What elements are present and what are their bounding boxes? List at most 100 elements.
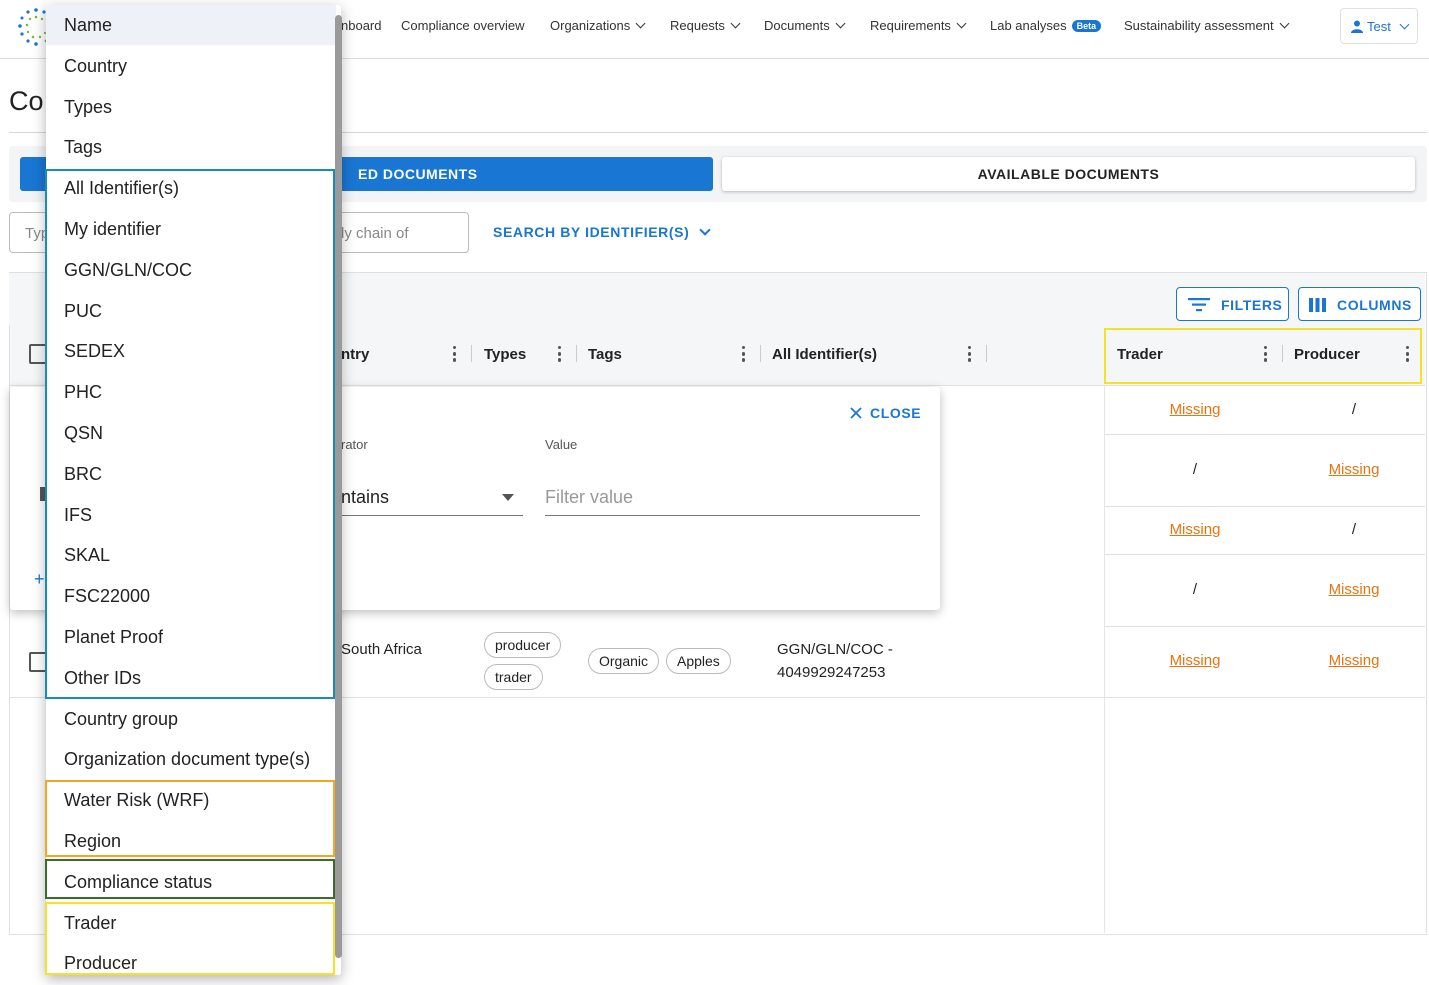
user-name: Test xyxy=(1367,19,1391,34)
nav-label: Organizations xyxy=(550,18,631,33)
menu-item-organization-document-type-s[interactable]: Organization document type(s) xyxy=(64,749,310,770)
table-cell-identifier: GGN/GLN/COC - xyxy=(777,641,893,658)
nav-dashboard[interactable]: nboard xyxy=(341,18,381,33)
table-cell-producer[interactable]: Missing xyxy=(1304,461,1404,478)
column-separator[interactable] xyxy=(576,345,577,362)
column-divider xyxy=(1104,385,1105,933)
columns-icon xyxy=(1309,298,1326,312)
row-divider xyxy=(1105,626,1425,627)
column-menu-icon[interactable] xyxy=(742,346,746,362)
column-menu-icon[interactable] xyxy=(558,346,562,362)
dropdown-arrow-icon[interactable] xyxy=(502,494,514,501)
missing-link[interactable]: Missing xyxy=(1329,581,1380,598)
type-chip: trader xyxy=(484,664,543,690)
table-cell-trader: / xyxy=(1192,461,1198,478)
nav-label: Compliance overview xyxy=(401,18,525,33)
missing-link[interactable]: Missing xyxy=(1170,521,1221,538)
water-region-highlight-box xyxy=(45,780,335,857)
table-cell-identifier: 4049929247253 xyxy=(777,664,886,681)
close-label: CLOSE xyxy=(870,405,922,421)
type-chip: producer xyxy=(484,632,562,658)
column-separator[interactable] xyxy=(471,345,472,362)
menu-item-country[interactable]: Country xyxy=(64,56,127,77)
column-separator[interactable] xyxy=(986,345,987,362)
nav-lab-analyses[interactable]: Lab analyses Beta xyxy=(990,18,1102,33)
column-menu-icon[interactable] xyxy=(968,346,972,362)
filters-button[interactable]: FILTERS xyxy=(1176,287,1289,321)
close-icon xyxy=(850,407,862,419)
menu-item-tags[interactable]: Tags xyxy=(64,137,102,158)
missing-link[interactable]: Missing xyxy=(1329,652,1380,669)
nav-requests[interactable]: Requests xyxy=(670,18,741,33)
column-header-types[interactable]: Types xyxy=(484,346,526,363)
value-underline xyxy=(545,515,920,516)
close-filter-button[interactable]: CLOSE xyxy=(850,405,921,421)
columns-button[interactable]: COLUMNS xyxy=(1298,287,1421,321)
nav-label: nboard xyxy=(341,18,382,33)
column-header-all-identifiers[interactable]: All Identifier(s) xyxy=(772,346,877,363)
column-separator[interactable] xyxy=(760,345,761,362)
tag-chip: Apples xyxy=(666,648,731,674)
chevron-down-icon xyxy=(835,18,846,29)
filter-value-input[interactable]: Filter value xyxy=(545,487,633,508)
table-cell-trader: / xyxy=(1192,581,1198,598)
identifiers-highlight-box xyxy=(45,169,335,699)
nav-label: Requirements xyxy=(870,18,951,33)
search-by-identifier-button[interactable]: SEARCH BY IDENTIFIER(S) xyxy=(493,224,712,240)
tag-chip: Organic xyxy=(588,648,660,674)
table-cell-producer[interactable]: Missing xyxy=(1304,652,1404,669)
chevron-down-icon xyxy=(730,18,741,29)
filter-icon xyxy=(1188,298,1210,312)
nav-label: Lab analyses xyxy=(990,18,1067,33)
operator-label: rator xyxy=(341,437,368,452)
chevron-down-icon xyxy=(1399,19,1410,30)
table-cell-producer: / xyxy=(1351,521,1357,538)
search-by-identifier-label: SEARCH BY IDENTIFIER(S) xyxy=(493,224,690,240)
value-label: Value xyxy=(545,437,578,452)
table-cell-country: South Africa xyxy=(341,641,422,658)
row-divider xyxy=(1105,554,1425,555)
beta-badge: Beta xyxy=(1071,20,1102,32)
nav-organizations[interactable]: Organizations xyxy=(550,18,646,33)
missing-link[interactable]: Missing xyxy=(1329,461,1380,478)
trader-producer-highlight-box xyxy=(45,902,335,975)
menu-item-types[interactable]: Types xyxy=(64,97,112,118)
table-cell-producer[interactable]: Missing xyxy=(1304,581,1404,598)
column-header-country[interactable]: ntry xyxy=(341,346,369,363)
chevron-down-icon xyxy=(1279,18,1290,29)
nav-requirements[interactable]: Requirements xyxy=(870,18,967,33)
missing-link[interactable]: Missing xyxy=(1170,652,1221,669)
operator-select[interactable]: ntains xyxy=(341,487,389,508)
menu-item-name[interactable]: Name xyxy=(64,15,112,36)
user-icon xyxy=(1351,20,1363,33)
tab-label: ED DOCUMENTS xyxy=(358,166,478,182)
user-menu-button[interactable]: Test xyxy=(1340,8,1418,44)
column-header-tags[interactable]: Tags xyxy=(588,346,622,363)
table-cell-producer: / xyxy=(1351,401,1357,418)
trader-producer-header-highlight xyxy=(1104,328,1422,384)
compliance-highlight-box xyxy=(45,859,335,899)
nav-compliance-overview[interactable]: Compliance overview xyxy=(401,18,525,33)
table-cell-trader[interactable]: Missing xyxy=(1145,652,1245,669)
filters-label: FILTERS xyxy=(1221,297,1283,313)
chevron-down-icon xyxy=(956,18,967,29)
tab-label: AVAILABLE DOCUMENTS xyxy=(977,166,1160,182)
chevron-down-icon xyxy=(699,224,712,236)
menu-item-country-group[interactable]: Country group xyxy=(64,709,178,730)
operator-underline xyxy=(341,515,523,516)
scrollbar[interactable] xyxy=(335,15,342,958)
missing-link[interactable]: Missing xyxy=(1170,401,1221,418)
chevron-down-icon xyxy=(635,18,646,29)
columns-label: COLUMNS xyxy=(1337,297,1412,313)
nav-sustainability-assessment[interactable]: Sustainability assessment xyxy=(1124,18,1290,33)
row-divider xyxy=(1105,434,1425,435)
page-title: Co xyxy=(9,86,44,116)
add-filter-icon[interactable]: + xyxy=(34,569,45,590)
table-cell-trader[interactable]: Missing xyxy=(1145,521,1245,538)
table-cell-trader[interactable]: Missing xyxy=(1145,401,1245,418)
tab-available-documents[interactable]: AVAILABLE DOCUMENTS xyxy=(722,157,1415,191)
nav-documents[interactable]: Documents xyxy=(764,18,846,33)
column-menu-icon[interactable] xyxy=(453,346,457,362)
nav-label: Requests xyxy=(670,18,725,33)
search-placeholder: ly chain of xyxy=(341,225,409,242)
